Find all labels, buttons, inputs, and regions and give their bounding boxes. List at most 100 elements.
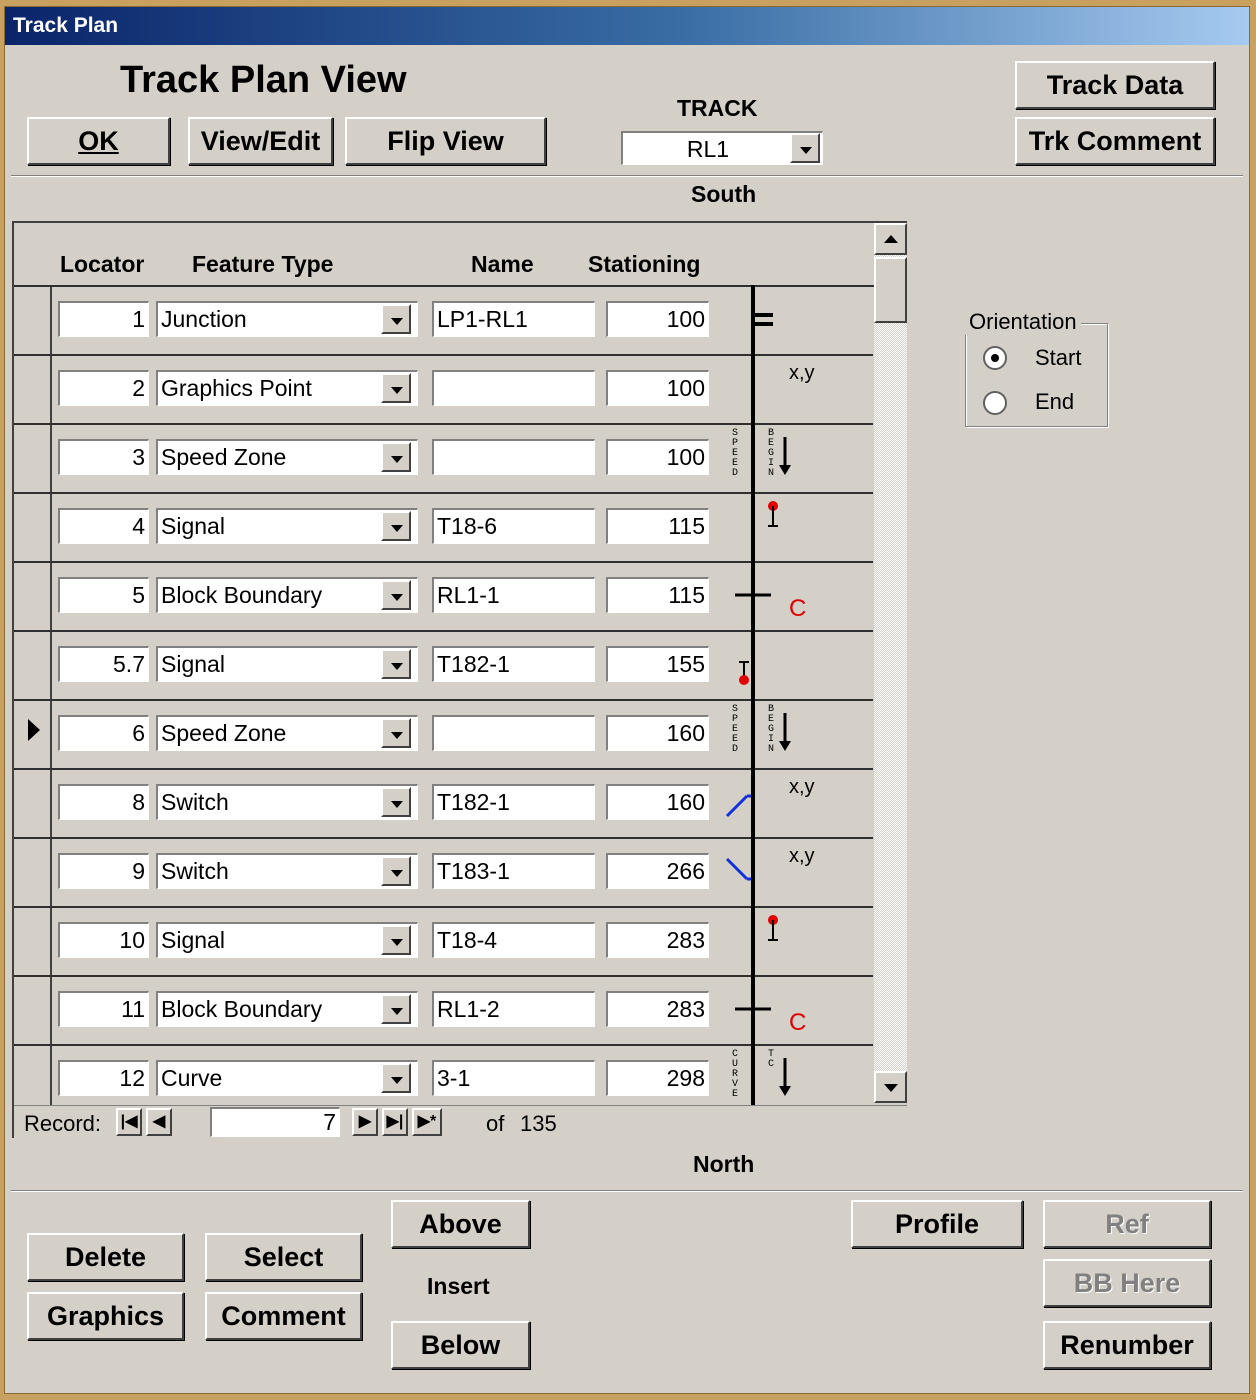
locator-field[interactable]: 3 [58,439,149,475]
table-row[interactable]: 2 Graphics Point 100 x,y [14,356,873,425]
record-selector[interactable] [14,908,52,975]
feature-type-chevron-down-icon[interactable] [381,304,411,334]
locator-field[interactable]: 4 [58,508,149,544]
stationing-field[interactable]: 115 [606,577,709,613]
record-selector[interactable] [14,1046,52,1113]
stationing-field[interactable]: 160 [606,784,709,820]
name-field[interactable] [432,370,595,406]
locator-field[interactable]: 9 [58,853,149,889]
feature-type-select[interactable]: Block Boundary [156,991,418,1027]
locator-field[interactable]: 11 [58,991,149,1027]
feature-type-select[interactable]: Graphics Point [156,370,418,406]
record-selector[interactable] [14,701,52,768]
scroll-down-arrow-icon[interactable] [874,1071,907,1103]
stationing-field[interactable]: 115 [606,508,709,544]
renumber-button[interactable]: Renumber [1043,1321,1211,1369]
feature-type-select[interactable]: Signal [156,922,418,958]
feature-type-chevron-down-icon[interactable] [381,994,411,1024]
stationing-field[interactable]: 283 [606,922,709,958]
locator-field[interactable]: 10 [58,922,149,958]
name-field[interactable]: T18-4 [432,922,595,958]
comment-button[interactable]: Comment [205,1292,362,1340]
record-selector[interactable] [14,356,52,423]
name-field[interactable]: T182-1 [432,784,595,820]
locator-field[interactable]: 1 [58,301,149,337]
stationing-field[interactable]: 100 [606,370,709,406]
table-row[interactable]: 5.7 Signal T182-1 155 [14,632,873,701]
table-row[interactable]: 5 Block Boundary RL1-1 115 C [14,563,873,632]
name-field[interactable]: RL1-1 [432,577,595,613]
ok-button[interactable]: OK [27,117,170,165]
feature-type-chevron-down-icon[interactable] [381,442,411,472]
insert-below-button[interactable]: Below [391,1321,530,1369]
orientation-start-radio[interactable] [983,346,1007,370]
feature-type-chevron-down-icon[interactable] [381,511,411,541]
record-selector[interactable] [14,770,52,837]
previous-record-icon[interactable]: ◀ [146,1108,172,1136]
feature-type-select[interactable]: Switch [156,784,418,820]
table-row[interactable]: 3 Speed Zone 100 S P E E D B E G I N [14,425,873,494]
new-record-icon[interactable]: ▶* [412,1108,442,1136]
name-field[interactable]: RL1-2 [432,991,595,1027]
feature-type-select[interactable]: Speed Zone [156,715,418,751]
feature-type-chevron-down-icon[interactable] [381,925,411,955]
stationing-field[interactable]: 266 [606,853,709,889]
stationing-field[interactable]: 160 [606,715,709,751]
feature-type-select[interactable]: Signal [156,646,418,682]
locator-field[interactable]: 12 [58,1060,149,1096]
record-number-input[interactable]: 7 [210,1107,340,1137]
record-selector[interactable] [14,494,52,561]
feature-type-chevron-down-icon[interactable] [381,1063,411,1093]
graphics-button[interactable]: Graphics [27,1292,184,1340]
record-selector[interactable] [14,632,52,699]
table-row[interactable]: 1 Junction LP1-RL1 100 [14,287,873,356]
record-selector[interactable] [14,563,52,630]
feature-type-chevron-down-icon[interactable] [381,856,411,886]
feature-type-chevron-down-icon[interactable] [381,787,411,817]
locator-field[interactable]: 2 [58,370,149,406]
feature-type-select[interactable]: Switch [156,853,418,889]
name-field[interactable]: T182-1 [432,646,595,682]
orientation-end-radio[interactable] [983,391,1007,415]
table-row[interactable]: 9 Switch T183-1 266 x,y [14,839,873,908]
track-select-chevron-down-icon[interactable] [790,133,820,163]
locator-field[interactable]: 8 [58,784,149,820]
view-edit-button[interactable]: View/Edit [188,117,333,165]
record-selector[interactable] [14,977,52,1044]
name-field[interactable]: LP1-RL1 [432,301,595,337]
feature-type-chevron-down-icon[interactable] [381,718,411,748]
feature-type-select[interactable]: Junction [156,301,418,337]
table-row[interactable]: 11 Block Boundary RL1-2 283 C [14,977,873,1046]
delete-button[interactable]: Delete [27,1233,184,1281]
stationing-field[interactable]: 298 [606,1060,709,1096]
name-field[interactable] [432,715,595,751]
ref-button[interactable]: Ref [1043,1200,1211,1248]
track-data-button[interactable]: Track Data [1015,61,1215,109]
feature-type-select[interactable]: Curve [156,1060,418,1096]
name-field[interactable]: T183-1 [432,853,595,889]
next-record-icon[interactable]: ▶ [352,1108,378,1136]
feature-type-select[interactable]: Block Boundary [156,577,418,613]
trk-comment-button[interactable]: Trk Comment [1015,117,1215,165]
stationing-field[interactable]: 283 [606,991,709,1027]
locator-field[interactable]: 5 [58,577,149,613]
name-field[interactable] [432,439,595,475]
insert-above-button[interactable]: Above [391,1200,530,1248]
last-record-icon[interactable]: ▶| [382,1108,408,1136]
locator-field[interactable]: 6 [58,715,149,751]
feature-type-select[interactable]: Signal [156,508,418,544]
feature-type-chevron-down-icon[interactable] [381,373,411,403]
first-record-icon[interactable]: |◀ [116,1108,142,1136]
name-field[interactable]: 3-1 [432,1060,595,1096]
scroll-thumb[interactable] [874,257,907,323]
name-field[interactable]: T18-6 [432,508,595,544]
table-row[interactable]: 6 Speed Zone 160 S P E E D B E G I N [14,701,873,770]
record-selector[interactable] [14,839,52,906]
feature-type-chevron-down-icon[interactable] [381,649,411,679]
bb-here-button[interactable]: BB Here [1043,1259,1211,1307]
stationing-field[interactable]: 155 [606,646,709,682]
stationing-field[interactable]: 100 [606,301,709,337]
feature-type-chevron-down-icon[interactable] [381,580,411,610]
table-row[interactable]: 4 Signal T18-6 115 [14,494,873,563]
locator-field[interactable]: 5.7 [58,646,149,682]
